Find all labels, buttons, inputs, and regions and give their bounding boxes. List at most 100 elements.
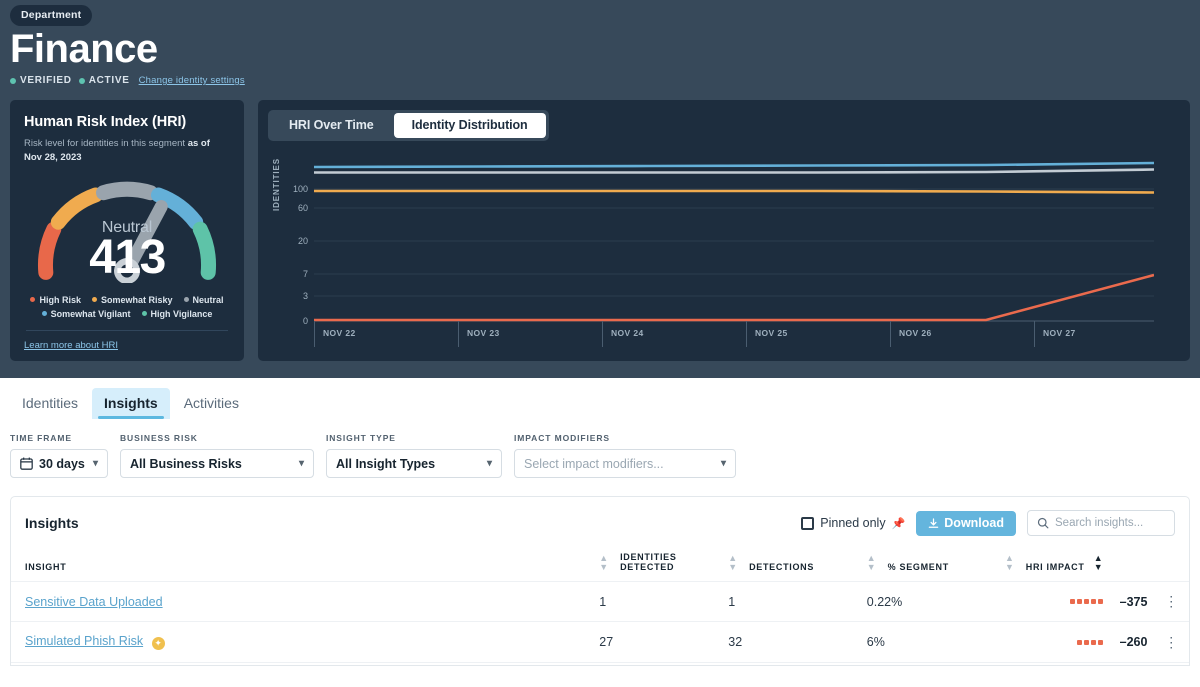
sort-icon[interactable]: ▲ ▼ <box>728 554 738 572</box>
cell-segment: 6% <box>866 621 1005 663</box>
learn-more-hri-link[interactable]: Learn more about HRI <box>24 340 230 351</box>
sort-icon[interactable]: ▲ ▼ <box>1005 554 1015 572</box>
y-tick-7: 7 <box>303 269 308 279</box>
legend-dot-icon <box>183 297 189 303</box>
y-tick-100: 100 <box>293 184 308 194</box>
pinned-only-label: Pinned only <box>820 516 886 530</box>
verified-dot-icon <box>10 77 16 84</box>
insight-type-select[interactable]: All Insight Types ▾ <box>326 449 502 478</box>
filter-time-frame: TIME FRAME 30 days ▾ <box>10 433 108 478</box>
table-row[interactable]: Simulated Phish Risk ✦ 27 32 6% –260 ⋮ <box>11 621 1189 663</box>
hri-divider <box>26 329 228 331</box>
cell-detections: 32 <box>728 621 867 663</box>
tab-activities[interactable]: Activities <box>172 388 251 419</box>
x-tick-label: NOV 27 <box>1034 321 1178 347</box>
col-insight[interactable]: INSIGHT <box>11 546 600 582</box>
chart-x-axis-labels: NOV 22 NOV 23 NOV 24 NOV 25 NOV 26 NOV 2… <box>314 321 1178 347</box>
cell-actions: ⋮ <box>1153 581 1189 622</box>
pinned-only-toggle[interactable]: Pinned only 📌 <box>801 516 905 530</box>
gauge-arc-high-vigilance <box>192 221 217 280</box>
sort-icon-active[interactable]: ▲ ▼ <box>1094 554 1104 572</box>
hri-impact-value: –260 <box>1119 635 1148 649</box>
tab-hri-over-time[interactable]: HRI Over Time <box>271 113 392 138</box>
department-badge: Department <box>10 5 93 26</box>
col-identities-detected[interactable]: ▲ ▼ IDENTITIES DETECTED <box>599 546 729 582</box>
insights-card-header: Insights Pinned only 📌 Download Search i… <box>11 497 1189 546</box>
y-tick-60: 60 <box>298 203 308 213</box>
impact-modifiers-select[interactable]: Select impact modifiers... ▾ <box>514 449 736 478</box>
time-frame-value: 30 days <box>39 456 85 471</box>
insight-type-value: All Insight Types <box>336 456 436 471</box>
header-section: Department Finance VERIFIED ACTIVE Chang… <box>0 0 1200 378</box>
chart-card: HRI Over Time Identity Distribution IDEN… <box>258 100 1190 361</box>
col-segment[interactable]: ▲ ▼ % SEGMENT <box>866 546 1005 582</box>
legend-dot-icon <box>41 311 47 317</box>
business-risk-select[interactable]: All Business Risks ▾ <box>120 449 314 478</box>
cell-identities-detected: 1 <box>599 662 729 665</box>
table-header-row: INSIGHT ▲ ▼ IDENTITIES DETECTED ▲ ▼ DETECT… <box>11 546 1189 582</box>
impact-modifiers-value: Select impact modifiers... <box>524 456 664 471</box>
insights-card-title: Insights <box>25 515 79 531</box>
filter-business-risk-label: BUSINESS RISK <box>120 433 198 443</box>
y-tick-0: 0 <box>303 316 308 326</box>
cell-segment: 0.22% <box>866 662 1005 665</box>
change-identity-settings-link[interactable]: Change identity settings <box>139 75 245 86</box>
search-icon <box>1037 517 1049 529</box>
tab-insights[interactable]: Insights <box>92 388 170 419</box>
hri-subtitle-normal: Risk level for identities in this segmen… <box>24 138 188 149</box>
filter-insight-type: INSIGHT TYPE All Insight Types ▾ <box>326 433 502 478</box>
cell-detections: 1 <box>728 662 867 665</box>
cell-identities-detected: 1 <box>599 581 729 622</box>
legend-label: Somewhat Risky <box>100 294 173 305</box>
sort-icon[interactable]: ▲ ▼ <box>599 554 609 572</box>
cell-insight: Repeat Phishing Offenders ✦ <box>11 662 600 665</box>
cell-hri-impact: –375 <box>1004 581 1154 622</box>
series-somewhat-risky <box>314 189 1154 194</box>
search-insights-input[interactable]: Search insights... <box>1027 510 1175 536</box>
cell-insight: Sensitive Data Uploaded <box>11 581 600 622</box>
page-title: Finance <box>10 27 158 71</box>
gauge-arc-somewhat-risky <box>50 187 103 230</box>
download-button[interactable]: Download <box>916 510 1016 536</box>
sort-icon[interactable]: ▲ ▼ <box>867 554 877 572</box>
pinned-only-checkbox[interactable] <box>801 516 815 530</box>
chart-svg: 100 60 20 7 3 0 <box>293 161 1154 326</box>
status-active-label: ACTIVE <box>88 75 130 86</box>
col-hri-impact[interactable]: ▲ ▼ HRI IMPACT ▲ ▼ <box>1004 546 1154 582</box>
chevron-down-icon: ▾ <box>298 458 304 469</box>
gauge-svg <box>37 181 217 283</box>
hri-gauge: Neutral 413 <box>24 171 230 289</box>
row-menu-icon[interactable]: ⋮ <box>1164 634 1178 650</box>
gauge-arc-high-risk <box>37 221 62 280</box>
x-tick-label: NOV 22 <box>314 321 458 347</box>
legend-label: Somewhat Vigilant <box>50 308 131 319</box>
col-detections[interactable]: ▲ ▼ DETECTIONS <box>728 546 867 582</box>
main-content: Identities Insights Activities TIME FRAM… <box>0 378 1200 687</box>
legend-dot-icon <box>91 297 97 303</box>
tab-identities[interactable]: Identities <box>10 388 90 419</box>
time-frame-select[interactable]: 30 days ▾ <box>10 449 108 478</box>
row-menu-icon[interactable]: ⋮ <box>1164 593 1178 609</box>
insight-name-link[interactable]: Sensitive Data Uploaded <box>25 595 163 609</box>
series-high-risk <box>314 273 1154 322</box>
hri-legend: High Risk Somewhat Risky Neutral Somewha… <box>24 295 230 319</box>
chevron-down-icon: ▾ <box>720 458 726 469</box>
insights-card-actions: Pinned only 📌 Download Search insights..… <box>801 510 1175 536</box>
hri-severity-dots <box>1077 639 1104 645</box>
cell-hri-impact: –260 <box>1004 621 1154 663</box>
insight-name-link[interactable]: Simulated Phish Risk <box>25 634 143 648</box>
status-verified-label: VERIFIED <box>20 75 72 86</box>
y-tick-3: 3 <box>303 291 308 301</box>
tab-identity-distribution[interactable]: Identity Distribution <box>393 113 546 138</box>
table-row[interactable]: Sensitive Data Uploaded 1 1 0.22% –375 ⋮ <box>11 581 1189 622</box>
col-detections-label: DETECTIONS <box>749 562 815 572</box>
hri-severity-dots <box>1070 599 1104 604</box>
cell-actions: ⋮ <box>1153 662 1189 665</box>
insights-table: INSIGHT ▲ ▼ IDENTITIES DETECTED ▲ ▼ DETECT… <box>11 546 1189 665</box>
table-row[interactable]: Repeat Phishing Offenders ✦ 1 1 0.22% –2… <box>11 662 1189 665</box>
x-tick-label: NOV 23 <box>458 321 602 347</box>
gauge-needle <box>114 199 168 283</box>
chevron-down-icon: ▾ <box>92 458 98 469</box>
legend-label: High Risk <box>39 294 81 305</box>
chevron-down-icon: ▾ <box>486 458 492 469</box>
